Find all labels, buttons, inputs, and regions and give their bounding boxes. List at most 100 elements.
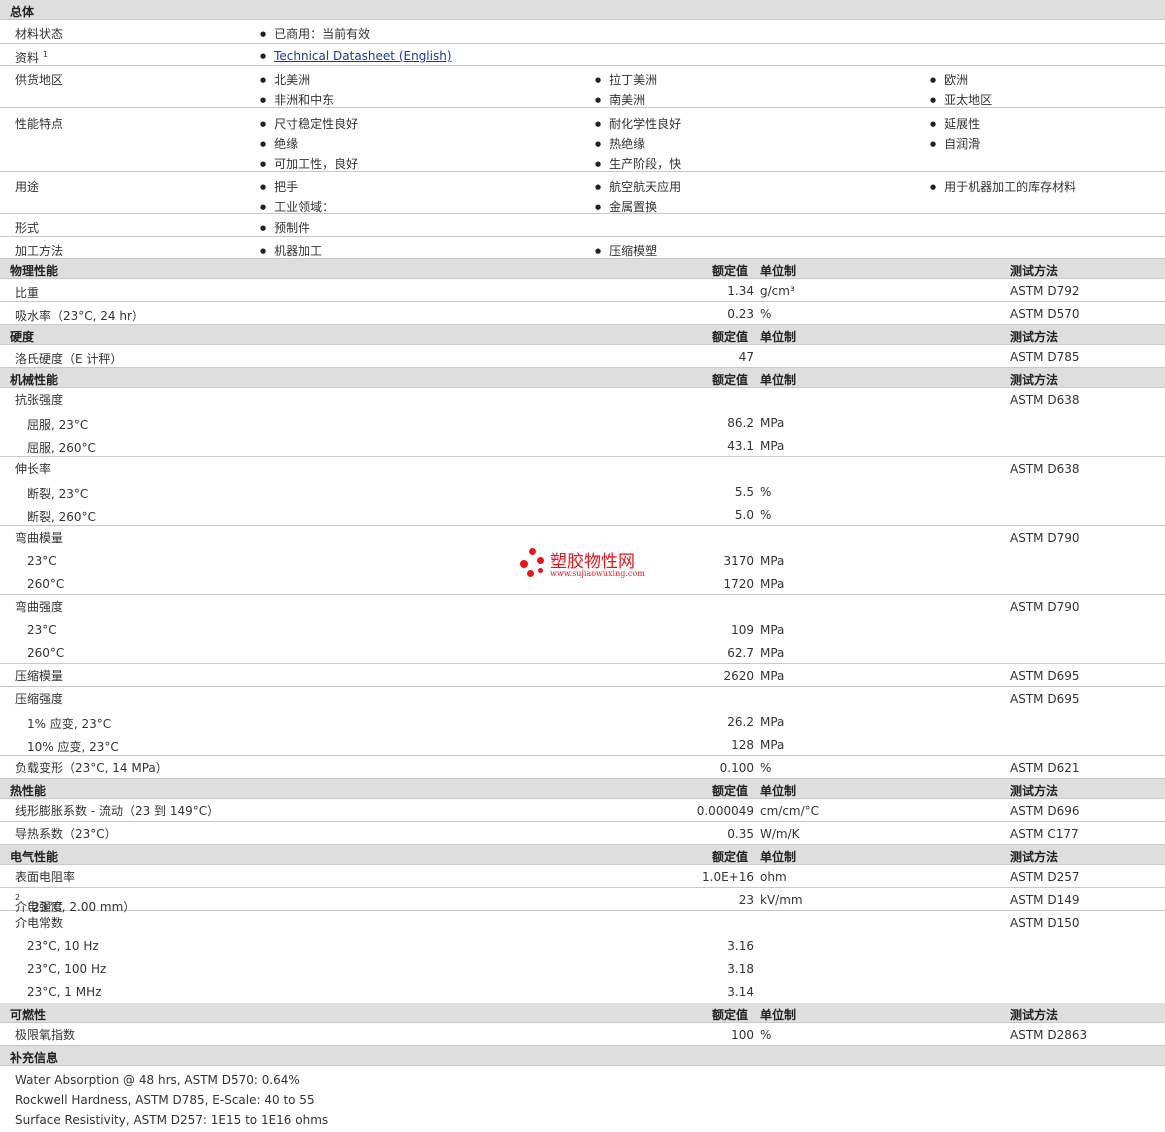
technical-datasheet-link[interactable]: Technical Datasheet (English) [274, 49, 451, 63]
watermark-url: www.sujiaowuxing.com [550, 569, 645, 578]
property-value: 5.0 [734, 508, 754, 522]
test-method: ASTM D149 [1010, 893, 1080, 907]
col-header-unit: 单位制 [760, 850, 797, 864]
property-label: 极限氧指数 [15, 1028, 76, 1042]
property-sublabel: 23°C, 10 Hz [27, 939, 99, 953]
property-unit: MPa [760, 738, 785, 752]
region-item: 亚太地区 [930, 91, 992, 108]
col-header-nominal: 额定值 [712, 373, 749, 387]
table-row: 断裂, 23°C 5.5 % [0, 480, 1165, 503]
test-method: ASTM D638 [1010, 393, 1080, 407]
datasheet: 总体 材料状态 已商用：当前有效 资料 1 Technical Datashee… [0, 0, 1165, 1132]
table-row: 断裂, 260°C 5.0 % [0, 503, 1165, 526]
property-sublabel: 23°C, 1 MHz [27, 985, 102, 999]
col-header-unit: 单位制 [760, 330, 797, 344]
table-row: 洛氏硬度（E 计秤） 47 ASTM D785 [0, 345, 1165, 368]
property-value: 3170 [723, 554, 754, 568]
test-method: ASTM D790 [1010, 600, 1080, 614]
process-item: 压缩模塑 [595, 242, 657, 259]
feature-item: 绝缘 [260, 135, 298, 152]
property-unit: % [760, 485, 772, 499]
col-header-method: 测试方法 [1010, 784, 1059, 798]
col-header-method: 测试方法 [1010, 1008, 1059, 1022]
test-method: ASTM D695 [1010, 692, 1080, 706]
table-row: 抗张强度 ASTM D638 [0, 388, 1165, 411]
section-header-electrical: 电气性能 额定值 单位制 测试方法 [0, 845, 1165, 865]
logo-dots-icon [520, 548, 546, 578]
property-unit: MPa [760, 669, 785, 683]
property-unit: MPa [760, 554, 785, 568]
table-row: 导热系数（23°C） 0.35 W/m/K ASTM C177 [0, 822, 1165, 845]
property-value: 0.23 [727, 307, 754, 321]
property-value: 0.000049 [696, 804, 754, 818]
additional-notes: Water Absorption @ 48 hrs, ASTM D570: 0.… [0, 1066, 1165, 1132]
note-line: Rockwell Hardness, ASTM D785, E-Scale: 4… [15, 1093, 315, 1107]
test-method: ASTM D150 [1010, 916, 1080, 930]
row-uses: 用途 把手 航空航天应用 用于机器加工的库存材料 工业领域： 金属置换 [0, 172, 1165, 214]
feature-item: 延展性 [930, 115, 980, 132]
property-unit: % [760, 1028, 772, 1042]
row-label: 性能特点 [15, 117, 64, 131]
property-sublabel: 23°C, 100 Hz [27, 962, 107, 976]
property-unit: W/m/K [760, 827, 800, 841]
section-header-thermal: 热性能 额定值 单位制 测试方法 [0, 779, 1165, 799]
property-value: 1.34 [727, 284, 754, 298]
property-unit: kV/mm [760, 893, 803, 907]
region-item: 非洲和中东 [260, 91, 334, 108]
property-value: 0.100 [719, 761, 754, 775]
use-item: 工业领域： [260, 198, 334, 215]
property-label: 伸长率 [15, 462, 52, 476]
property-value: 0.35 [727, 827, 754, 841]
feature-item: 尺寸稳定性良好 [260, 115, 358, 132]
table-row: 23°C, 1 MHz 3.14 [0, 980, 1165, 1003]
section-title: 硬度 [10, 330, 35, 344]
table-row: 屈服, 260°C 43.1 MPa [0, 434, 1165, 457]
table-row: 1% 应变, 23°C 26.2 MPa [0, 710, 1165, 733]
property-unit: % [760, 761, 772, 775]
property-value: 86.2 [727, 416, 754, 430]
row-label: 形式 [15, 221, 40, 235]
row-regions: 供货地区 北美洲 拉丁美洲 欧洲 非洲和中东 南美洲 亚太地区 [0, 66, 1165, 108]
property-unit: cm/cm/°C [760, 804, 820, 818]
test-method: ASTM C177 [1010, 827, 1079, 841]
property-unit: % [760, 307, 772, 321]
property-sublabel: 断裂, 260°C [27, 510, 96, 524]
section-header-general: 总体 [0, 0, 1165, 20]
section-title: 电气性能 [10, 850, 59, 864]
region-item: 南美洲 [595, 91, 645, 108]
property-value: 26.2 [727, 715, 754, 729]
col-header-nominal: 额定值 [712, 330, 749, 344]
property-value: 47 [738, 350, 754, 364]
table-row: 伸长率 ASTM D638 [0, 457, 1165, 480]
row-processing: 加工方法 机器加工 压缩模塑 [0, 237, 1165, 259]
status-value: 已商用：当前有效 [260, 25, 370, 42]
table-row: 屈服, 23°C 86.2 MPa [0, 411, 1165, 434]
property-value: 1.0E+16 [702, 870, 754, 884]
col-header-unit: 单位制 [760, 1008, 797, 1022]
section-title: 物理性能 [10, 264, 59, 278]
feature-item: 生产阶段，快 [595, 155, 681, 172]
row-material-status: 材料状态 已商用：当前有效 [0, 20, 1165, 44]
test-method: ASTM D570 [1010, 307, 1080, 321]
feature-item: 自润滑 [930, 135, 980, 152]
property-unit: MPa [760, 577, 785, 591]
col-header-method: 测试方法 [1010, 330, 1059, 344]
property-label: 压缩模量 [15, 669, 64, 683]
property-sublabel: 260°C [27, 646, 65, 660]
table-row: 线形膨胀系数 - 流动（23 到 149°C） 0.000049 cm/cm/°… [0, 799, 1165, 822]
property-value: 2620 [723, 669, 754, 683]
table-row: 23°C 109 MPa [0, 618, 1165, 641]
use-item: 金属置换 [595, 198, 657, 215]
note-line: Surface Resistivity, ASTM D257: 1E15 to … [15, 1113, 329, 1127]
col-header-method: 测试方法 [1010, 373, 1059, 387]
property-unit: MPa [760, 646, 785, 660]
property-label: 弯曲模量 [15, 531, 64, 545]
property-label: 表面电阻率 [15, 870, 76, 884]
table-row: 23°C, 100 Hz 3.18 [0, 957, 1165, 980]
col-header-unit: 单位制 [760, 784, 797, 798]
process-item: 机器加工 [260, 242, 322, 259]
col-header-nominal: 额定值 [712, 850, 749, 864]
property-label: 吸水率（23°C, 24 hr） [15, 309, 144, 323]
test-method: ASTM D638 [1010, 462, 1080, 476]
property-label: 线形膨胀系数 - 流动（23 到 149°C） [15, 804, 220, 818]
